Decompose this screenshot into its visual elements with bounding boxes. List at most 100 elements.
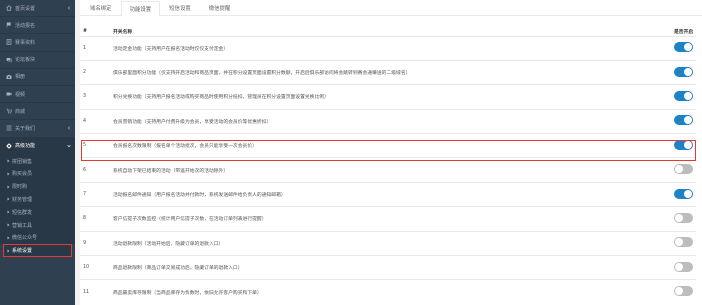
tab-2[interactable]: 短信设置 xyxy=(160,0,200,15)
sidebar-item-1[interactable]: 活动报名 xyxy=(0,17,75,35)
feature-settings-table: # 开关名称 是否开启 1 活动定金功能（支持用户在报名活动时仅仅支付定金） 2 俱乐… xyxy=(80,27,696,305)
toggle-switch[interactable] xyxy=(674,115,693,126)
col-header-switch-name: 开关名称 xyxy=(110,27,671,37)
switch-cell xyxy=(671,181,696,207)
toggle-switch[interactable] xyxy=(674,164,693,175)
chevron-down-icon xyxy=(67,144,71,148)
info-icon xyxy=(5,125,12,132)
switch-cell xyxy=(671,206,696,232)
row-number: 6 xyxy=(80,157,110,183)
row-number: 11 xyxy=(80,279,110,305)
switch-name: 活动退款限制（活动开始后，隐藏订单的退款入口） xyxy=(110,230,671,256)
toggle-switch[interactable] xyxy=(674,212,693,223)
switch-cell xyxy=(671,255,696,280)
switch-cell xyxy=(671,84,696,110)
main-panel: 域名绑定 功能设置 短信设置 微信提醒 # 开关名称 是否开启 1 活动定金功能（支持用… xyxy=(80,0,702,305)
tab-3[interactable]: 微信提醒 xyxy=(200,0,240,15)
switch-name: 会员营销功能（支持用户付费升级为会员，享受活动的会员价等优惠折扣） xyxy=(110,108,671,134)
caret-right-icon xyxy=(7,197,10,201)
sidebar-item-label: 商城 xyxy=(15,108,26,115)
sidebar-subitem-4[interactable]: 短信群发 xyxy=(0,205,75,219)
sidebar-item-6[interactable]: 商城 xyxy=(0,103,75,121)
toggle-switch[interactable] xyxy=(674,90,693,101)
sidebar: 首页设置活动报名赛事资料论坛板块相册视频商城关于我们 高级功能 拼团销售 购买会员限时… xyxy=(0,0,75,305)
table-header-row: # 开关名称 是否开启 xyxy=(80,27,696,37)
switch-cell xyxy=(671,230,696,256)
row-number: 7 xyxy=(80,181,110,207)
sidebar-subitem-0[interactable]: 拼团销售 xyxy=(0,154,75,168)
switch-cell xyxy=(671,108,696,134)
sidebar-subitem-label: 营销工具 xyxy=(12,222,33,229)
sidebar-item-4[interactable]: 相册 xyxy=(0,69,75,86)
tab-1[interactable]: 功能设置 xyxy=(120,1,161,16)
sidebar-subitem-6[interactable]: 微信公众号 xyxy=(0,231,75,245)
sidebar-item-2[interactable]: 赛事资料 xyxy=(0,34,75,52)
toggle-knob xyxy=(684,189,692,198)
table-row: 11 商品最卖库存限制（当商品库存为负数时，依旧允许客户购买和下单） xyxy=(80,279,696,305)
home-icon xyxy=(5,5,12,12)
switch-name: 商品退款限制（商品订单交易成功后，隐藏订单的退款入口） xyxy=(110,255,671,280)
toggle-switch[interactable] xyxy=(674,237,693,248)
col-header-number: # xyxy=(80,27,110,37)
toggle-knob xyxy=(675,262,683,271)
row-number: 9 xyxy=(80,230,110,256)
sidebar-item-label: 活动报名 xyxy=(15,22,36,29)
switch-cell xyxy=(671,59,696,85)
caret-right-icon xyxy=(7,236,10,240)
toggle-switch[interactable] xyxy=(674,188,693,199)
toggle-switch[interactable] xyxy=(674,261,693,272)
comments-icon xyxy=(5,56,12,63)
sidebar-item-3[interactable]: 论坛板块 xyxy=(0,52,75,69)
sidebar-item-label: 论坛板块 xyxy=(15,57,36,64)
toggle-switch[interactable] xyxy=(674,66,693,77)
toggle-switch[interactable] xyxy=(674,139,693,150)
row-number: 2 xyxy=(80,59,110,85)
toggle-knob xyxy=(684,116,692,125)
switch-name: 商品最卖库存限制（当商品库存为负数时，依旧允许客户购买和下单） xyxy=(110,279,671,305)
table-row: 10 商品退款限制（商品订单交易成功后，隐藏订单的退款入口） xyxy=(80,255,696,280)
table-row: 5 会员报名次数限制（报名单个活动批次，会员只能享受一次会员价） xyxy=(80,133,696,158)
switch-cell xyxy=(671,133,696,158)
sidebar-subitem-label: 财务管理 xyxy=(12,196,33,203)
toggle-knob xyxy=(675,165,683,174)
switch-cell xyxy=(671,35,696,61)
switch-name: 会员报名次数限制（报名单个活动批次，会员只能享受一次会员价） xyxy=(110,133,671,158)
sidebar-item-7[interactable]: 关于我们 xyxy=(0,120,75,138)
sidebar-subitem-7[interactable]: 系统设置 xyxy=(3,244,72,258)
sidebar-subitem-3[interactable]: 财务管理 xyxy=(0,193,75,206)
sidebar-item-0[interactable]: 首页设置 xyxy=(0,0,75,18)
sidebar-subitem-2[interactable]: 限时购 xyxy=(0,180,75,194)
sidebar-subitem-1[interactable]: 购买会员 xyxy=(0,167,75,181)
switch-name: 活动报名邮件通知（用户报名活动并付款时，系统发送邮件给负责人的通知邮箱） xyxy=(110,181,671,207)
sidebar-subitem-label: 限时购 xyxy=(12,184,28,191)
toggle-switch[interactable] xyxy=(674,286,693,297)
cogs-icon xyxy=(5,142,12,149)
camera-icon xyxy=(5,73,12,80)
sidebar-item-8[interactable]: 高级功能 xyxy=(0,137,75,155)
switch-name: 俱乐部里面积分功能（仅支持开启活动和商品页面，并在积分设置页面设置积分数额，开启… xyxy=(110,59,671,85)
toggle-knob xyxy=(684,67,692,76)
row-number: 3 xyxy=(80,84,110,110)
caret-right-icon xyxy=(7,185,10,189)
row-number: 10 xyxy=(80,255,110,280)
sidebar-subitem-5[interactable]: 营销工具 xyxy=(0,218,75,232)
row-number: 4 xyxy=(80,108,110,134)
tab-0[interactable]: 域名绑定 xyxy=(81,0,121,15)
sidebar-item-label: 赛事资料 xyxy=(15,39,36,46)
chevron-left-icon xyxy=(67,126,71,130)
row-number: 8 xyxy=(80,206,110,232)
sidebar-subitem-label: 短信群发 xyxy=(12,209,33,216)
toggle-switch[interactable] xyxy=(674,42,693,53)
sidebar-subitem-label: 系统设置 xyxy=(12,248,33,255)
video-icon xyxy=(5,91,12,98)
caret-right-icon xyxy=(7,172,10,176)
caret-right-icon xyxy=(7,223,10,227)
toggle-knob xyxy=(684,43,692,52)
sidebar-item-5[interactable]: 视频 xyxy=(0,86,75,104)
caret-right-icon xyxy=(7,159,10,163)
row-number: 1 xyxy=(80,35,110,61)
switch-name: 客户信提子次数监控（统计用户信提子次数，在活动订单列表进行提醒） xyxy=(110,206,671,232)
sidebar-item-label: 相册 xyxy=(15,74,26,81)
toggle-knob xyxy=(684,91,692,100)
switch-name: 系统自动下架已结束的活动（带遥开始次的活动除外） xyxy=(110,157,671,183)
